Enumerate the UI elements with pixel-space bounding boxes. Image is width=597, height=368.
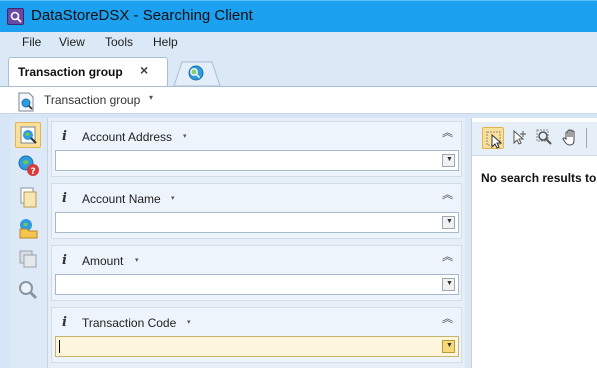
search-criteria-panel: i Account Address ▾ ︽ ▼ i Account Name ▾…	[47, 118, 465, 368]
text-cursor	[59, 340, 60, 353]
field-group-account-address: i Account Address ▾ ︽ ▼	[51, 121, 462, 177]
account-address-combobox[interactable]: ▼	[55, 150, 459, 171]
zoom-region-icon[interactable]	[534, 127, 556, 149]
field-group-amount: i Amount ▾ ︽ ▼	[51, 245, 462, 301]
no-results-message: No search results to d	[481, 171, 597, 185]
info-icon[interactable]: i	[62, 191, 67, 206]
chevron-down-icon[interactable]: ▾	[187, 318, 191, 326]
chevron-down-icon: ▼	[446, 218, 453, 225]
chevron-down-icon[interactable]: ▾	[149, 93, 153, 102]
tab-strip: Transaction group ×	[0, 54, 597, 87]
window-title: DataStoreDSX - Searching Client	[31, 7, 253, 24]
collapse-icon[interactable]: ︽	[442, 190, 453, 201]
dropdown-button[interactable]: ▼	[442, 278, 455, 291]
dropdown-button[interactable]: ▼	[442, 340, 455, 353]
tab-search[interactable]	[172, 60, 222, 87]
field-label[interactable]: Account Name	[82, 192, 161, 206]
pan-hand-icon[interactable]	[560, 127, 582, 149]
amount-combobox[interactable]: ▼	[55, 274, 459, 295]
menu-file[interactable]: File	[22, 35, 41, 49]
search-criteria-icon[interactable]	[15, 122, 41, 148]
tab-transaction-group[interactable]: Transaction group ×	[8, 57, 168, 87]
sidebar: ?	[10, 118, 47, 368]
results-panel: No search results to d	[471, 118, 597, 368]
chevron-down-icon[interactable]: ▾	[171, 194, 175, 202]
title-bar: DataStoreDSX - Searching Client	[0, 0, 597, 32]
info-icon[interactable]: i	[62, 253, 67, 268]
chevron-down-icon[interactable]: ▾	[135, 256, 139, 264]
transaction-code-combobox[interactable]: ▼	[55, 336, 459, 357]
search-document-icon[interactable]	[17, 92, 35, 112]
account-name-combobox[interactable]: ▼	[55, 212, 459, 233]
documents-icon[interactable]	[15, 184, 41, 210]
collapse-icon[interactable]: ︽	[442, 314, 453, 325]
chevron-down-icon[interactable]: ▾	[183, 132, 187, 140]
group-toolbar: Transaction group ▾	[0, 86, 597, 114]
copy-icon[interactable]	[15, 246, 41, 272]
info-icon[interactable]: i	[62, 129, 67, 144]
field-group-account-name: i Account Name ▾ ︽ ▼	[51, 183, 462, 239]
results-toolbar	[472, 122, 597, 156]
toolbar-separator	[586, 128, 587, 148]
collapse-icon[interactable]: ︽	[442, 252, 453, 263]
svg-text:?: ?	[31, 167, 36, 177]
dropdown-button[interactable]: ▼	[442, 216, 455, 229]
select-pointer-icon[interactable]	[482, 127, 504, 149]
close-icon[interactable]: ×	[140, 62, 148, 78]
search-globe-icon	[188, 65, 204, 81]
magnifier-icon[interactable]	[15, 277, 41, 303]
field-label[interactable]: Account Address	[82, 130, 172, 144]
group-selector-label[interactable]: Transaction group	[44, 93, 140, 107]
menu-bar: File View Tools Help	[0, 32, 597, 54]
menu-help[interactable]: Help	[153, 35, 178, 49]
chevron-down-icon: ▼	[446, 342, 453, 349]
menu-tools[interactable]: Tools	[105, 35, 133, 49]
datastore-app-icon[interactable]	[7, 8, 24, 25]
field-group-transaction-code: i Transaction Code ▾ ︽ ▼	[51, 307, 462, 363]
field-label[interactable]: Amount	[82, 254, 123, 268]
info-icon[interactable]: i	[62, 315, 67, 330]
chevron-down-icon: ▼	[446, 156, 453, 163]
dropdown-button[interactable]: ▼	[442, 154, 455, 167]
open-folder-icon[interactable]	[15, 215, 41, 241]
field-label[interactable]: Transaction Code	[82, 316, 176, 330]
menu-view[interactable]: View	[59, 35, 85, 49]
help-query-icon[interactable]: ?	[15, 152, 41, 178]
chevron-down-icon: ▼	[446, 280, 453, 287]
tab-label: Transaction group	[18, 65, 123, 79]
add-pointer-icon[interactable]	[508, 127, 530, 149]
collapse-icon[interactable]: ︽	[442, 128, 453, 139]
